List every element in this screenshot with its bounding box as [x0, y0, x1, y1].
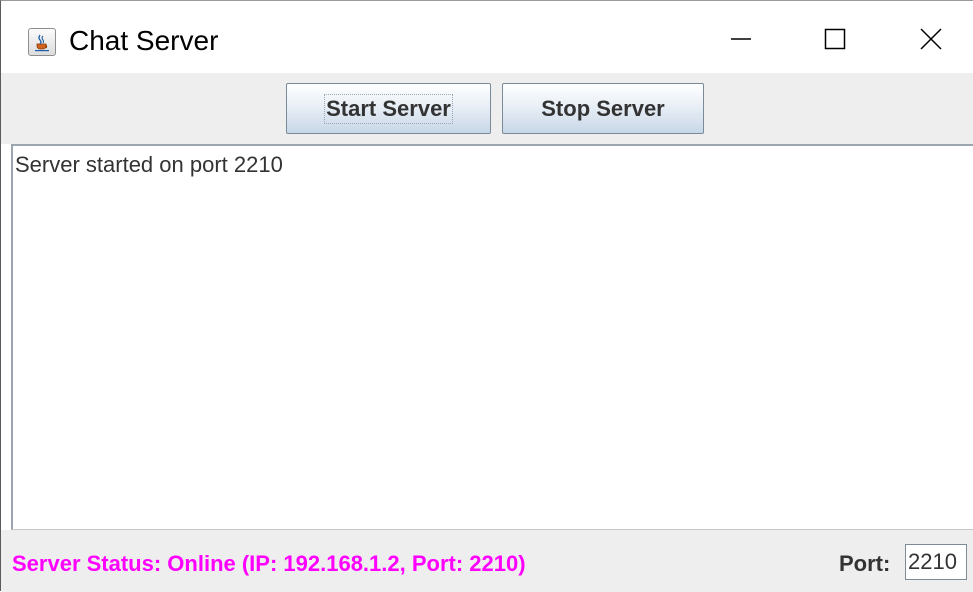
- chat-server-window: Chat Server Start Server Stop Server Ser…: [0, 0, 973, 592]
- server-status-text: Server Status: Online (IP: 192.168.1.2, …: [12, 551, 526, 576]
- close-icon: [920, 28, 942, 54]
- start-server-button[interactable]: Start Server: [286, 83, 491, 134]
- log-line: Server started on port 2210: [15, 152, 283, 177]
- java-cup-icon[interactable]: [28, 28, 56, 56]
- port-label: Port:: [839, 551, 891, 576]
- status-bar: Server Status: Online (IP: 192.168.1.2, …: [1, 530, 973, 592]
- minimize-icon: [730, 28, 752, 54]
- start-server-label: Start Server: [324, 93, 453, 124]
- maximize-icon: [824, 28, 846, 54]
- maximize-button[interactable]: [789, 9, 881, 73]
- close-button[interactable]: [885, 9, 973, 73]
- minimize-button[interactable]: [695, 9, 787, 73]
- port-input[interactable]: [905, 544, 967, 580]
- stop-server-label: Stop Server: [541, 95, 665, 121]
- stop-server-button[interactable]: Stop Server: [502, 83, 704, 134]
- title-bar[interactable]: Chat Server: [1, 1, 973, 73]
- server-log-area[interactable]: Server started on port 2210: [11, 144, 973, 530]
- toolbar: Start Server Stop Server: [1, 73, 973, 144]
- window-title: Chat Server: [69, 25, 219, 56]
